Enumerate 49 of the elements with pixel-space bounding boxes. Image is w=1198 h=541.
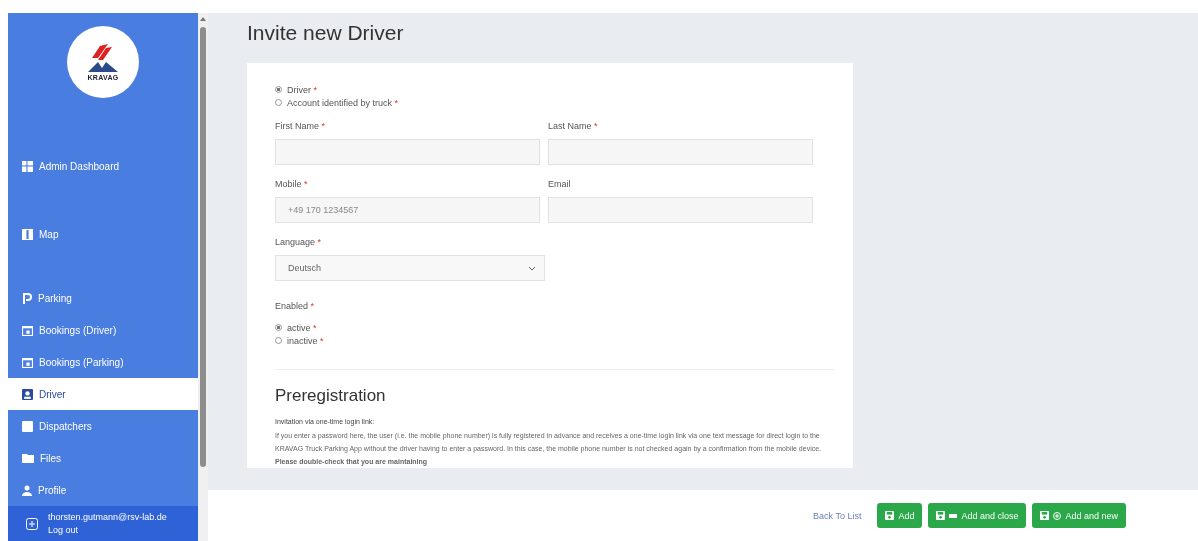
- plus-square-icon: [26, 517, 38, 530]
- radio-option[interactable]: active *: [275, 321, 835, 334]
- logout-link[interactable]: Log out: [48, 525, 167, 535]
- parking-icon: [22, 292, 32, 304]
- field-label: Enabled *: [275, 301, 315, 311]
- sidebar-item[interactable]: Map: [8, 218, 198, 250]
- radio-option[interactable]: Account identified by truck *: [275, 96, 835, 109]
- sidebar-item[interactable]: Bookings (Driver): [8, 314, 198, 346]
- logo-mark-icon: [86, 43, 120, 74]
- user-email: thorsten.gutmann@rsv-lab.de: [48, 512, 167, 522]
- save-icon: [885, 511, 895, 520]
- plus-icon: [1053, 511, 1062, 520]
- add-button[interactable]: Add and new: [1032, 503, 1126, 528]
- radio-option[interactable]: inactive *: [275, 334, 835, 347]
- language-select[interactable]: Deutsch: [275, 255, 545, 281]
- scrollbar[interactable]: [198, 13, 208, 541]
- sidebar-item[interactable]: Bookings (Parking): [8, 346, 198, 378]
- save-icon: [1040, 511, 1050, 520]
- back-to-list-link[interactable]: Back To List: [813, 510, 862, 521]
- sidebar-item[interactable]: Files: [8, 442, 198, 474]
- text-field[interactable]: [548, 197, 813, 223]
- folder-icon: [22, 453, 34, 463]
- field-label: Email: [548, 179, 572, 189]
- sidebar-item[interactable]: Parking: [8, 282, 198, 314]
- calendar-icon: [22, 356, 33, 368]
- field-label: Last Name *: [548, 121, 599, 131]
- calendar-icon: [22, 324, 33, 336]
- user-icon: [22, 484, 32, 496]
- add-button[interactable]: Add: [877, 503, 923, 528]
- add-button[interactable]: Add and close: [928, 503, 1027, 528]
- save-icon: [936, 511, 946, 520]
- scroll-up-icon[interactable]: [200, 17, 206, 21]
- text-field[interactable]: +49 170 1234567: [275, 197, 540, 223]
- field-label: Mobile *: [275, 179, 309, 189]
- sidebar-item[interactable]: Driver: [8, 378, 198, 410]
- sidebar-item[interactable]: Dispatchers: [8, 410, 198, 442]
- dashboard-icon: [22, 160, 33, 172]
- field-label: First Name *: [275, 121, 327, 131]
- field-label: Language *: [275, 237, 323, 247]
- chevron-down-icon: [528, 265, 536, 271]
- map-icon: [22, 228, 33, 240]
- close-icon: [949, 513, 958, 518]
- sidebar-item[interactable]: Profile: [8, 474, 198, 506]
- page-title: Invite new Driver: [247, 21, 405, 45]
- text-field[interactable]: [548, 139, 813, 165]
- sidebar-item[interactable]: Admin Dashboard: [8, 150, 198, 182]
- section-heading: Preregistration: [275, 386, 387, 406]
- radio-option[interactable]: Driver *: [275, 83, 835, 96]
- text-field[interactable]: [275, 139, 540, 165]
